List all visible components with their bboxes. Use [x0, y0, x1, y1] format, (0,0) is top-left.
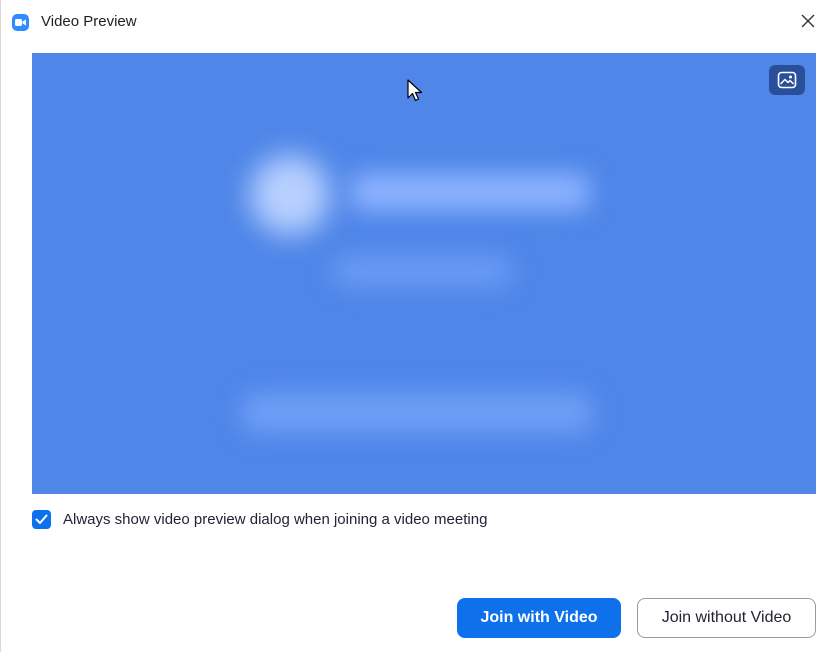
join-with-video-button[interactable]: Join with Video [457, 598, 621, 638]
blurred-avatar [250, 155, 330, 235]
close-icon [801, 14, 815, 28]
always-show-preview-checkbox[interactable] [32, 510, 51, 529]
blurred-name [350, 173, 590, 211]
join-without-video-button[interactable]: Join without Video [637, 598, 816, 638]
checkmark-icon [35, 514, 48, 524]
virtual-background-button[interactable] [769, 65, 805, 95]
mouse-cursor-icon [407, 79, 423, 102]
zoom-app-icon [12, 14, 29, 31]
video-preview-dialog: Video Preview Always show video preview … [0, 0, 824, 652]
video-preview-area [32, 53, 816, 494]
always-show-preview-label: Always show video preview dialog when jo… [63, 511, 488, 528]
image-icon [777, 71, 797, 89]
window-title: Video Preview [41, 13, 137, 30]
close-button[interactable] [795, 8, 821, 34]
blurred-subtitle [332, 256, 512, 286]
title-bar: Video Preview [1, 0, 824, 44]
blurred-status [242, 393, 592, 433]
